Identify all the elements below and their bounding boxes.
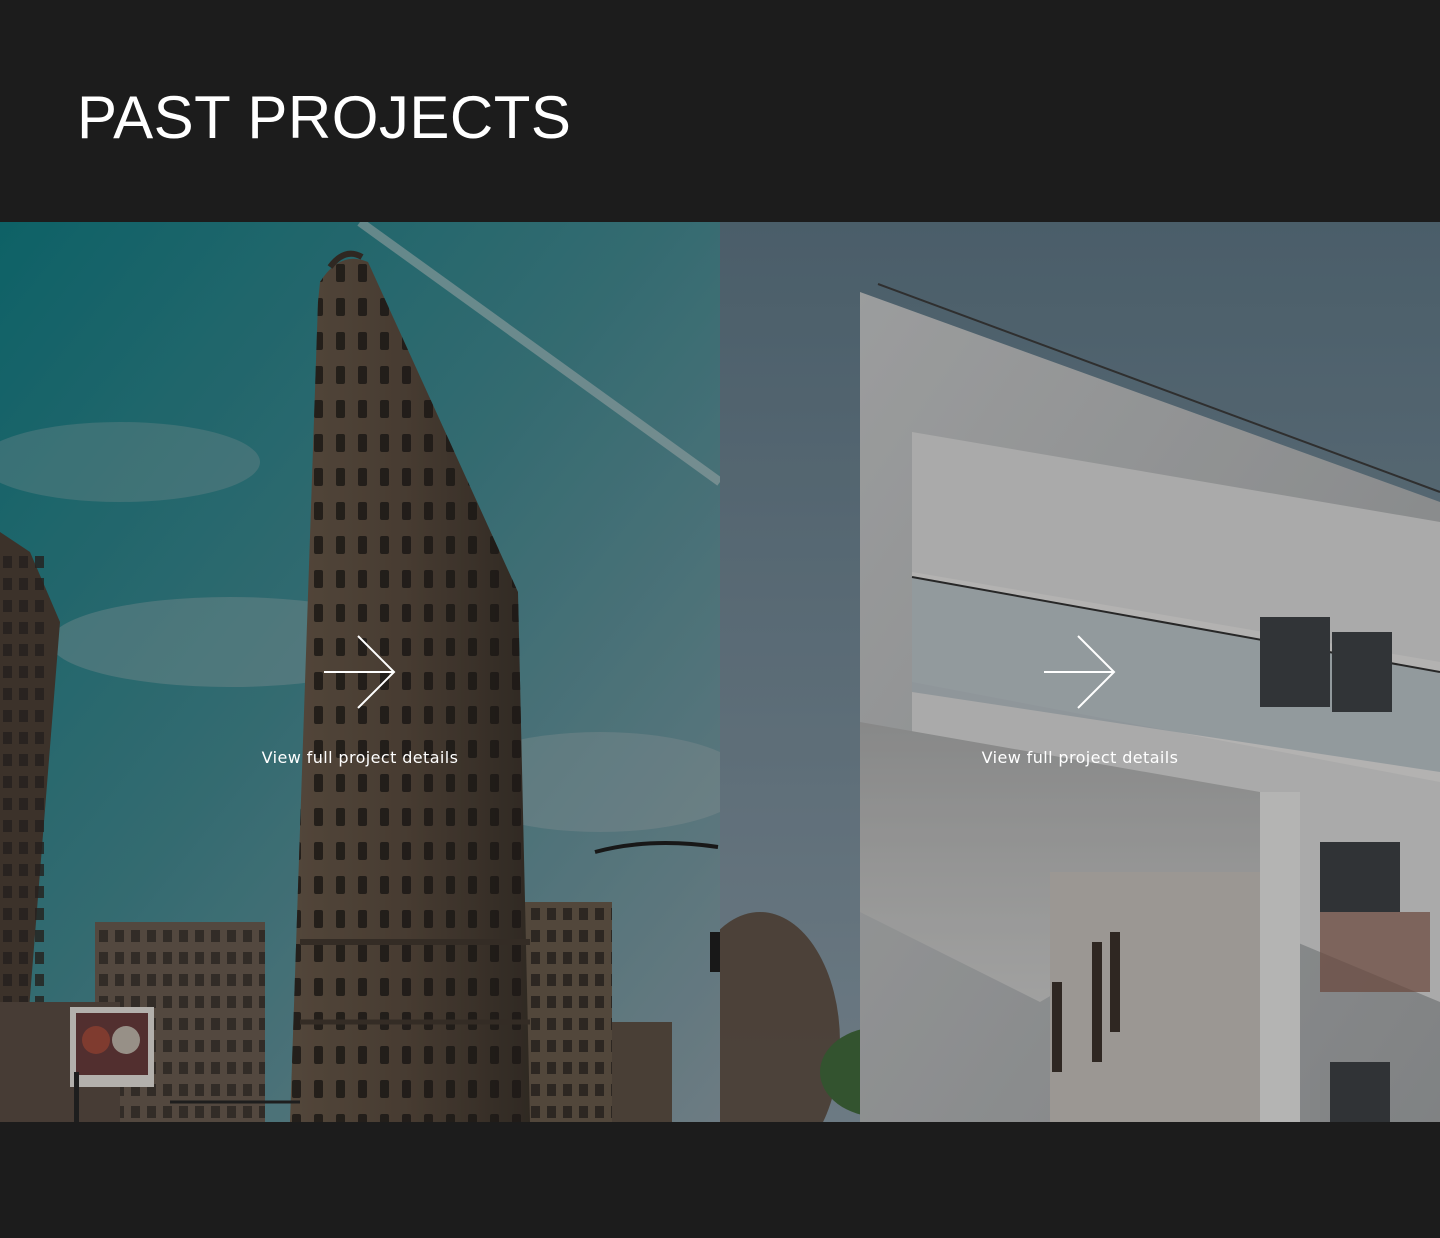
cta-label[interactable]: View full project details <box>982 748 1179 767</box>
project-cta[interactable]: View full project details <box>0 634 720 767</box>
footer-band <box>0 1122 1440 1238</box>
project-cta[interactable]: View full project details <box>720 634 1440 767</box>
page-header: PAST PROJECTS <box>0 0 1440 222</box>
project-card-1[interactable]: View full project details <box>0 222 720 1122</box>
page-title: PAST PROJECTS <box>77 84 572 151</box>
arrow-right-icon <box>1044 635 1116 709</box>
projects-gallery: View full project details View full proj… <box>0 222 1440 1122</box>
cta-label[interactable]: View full project details <box>262 748 459 767</box>
project-card-2[interactable]: View full project details <box>720 222 1440 1122</box>
arrow-right-icon <box>324 635 396 709</box>
